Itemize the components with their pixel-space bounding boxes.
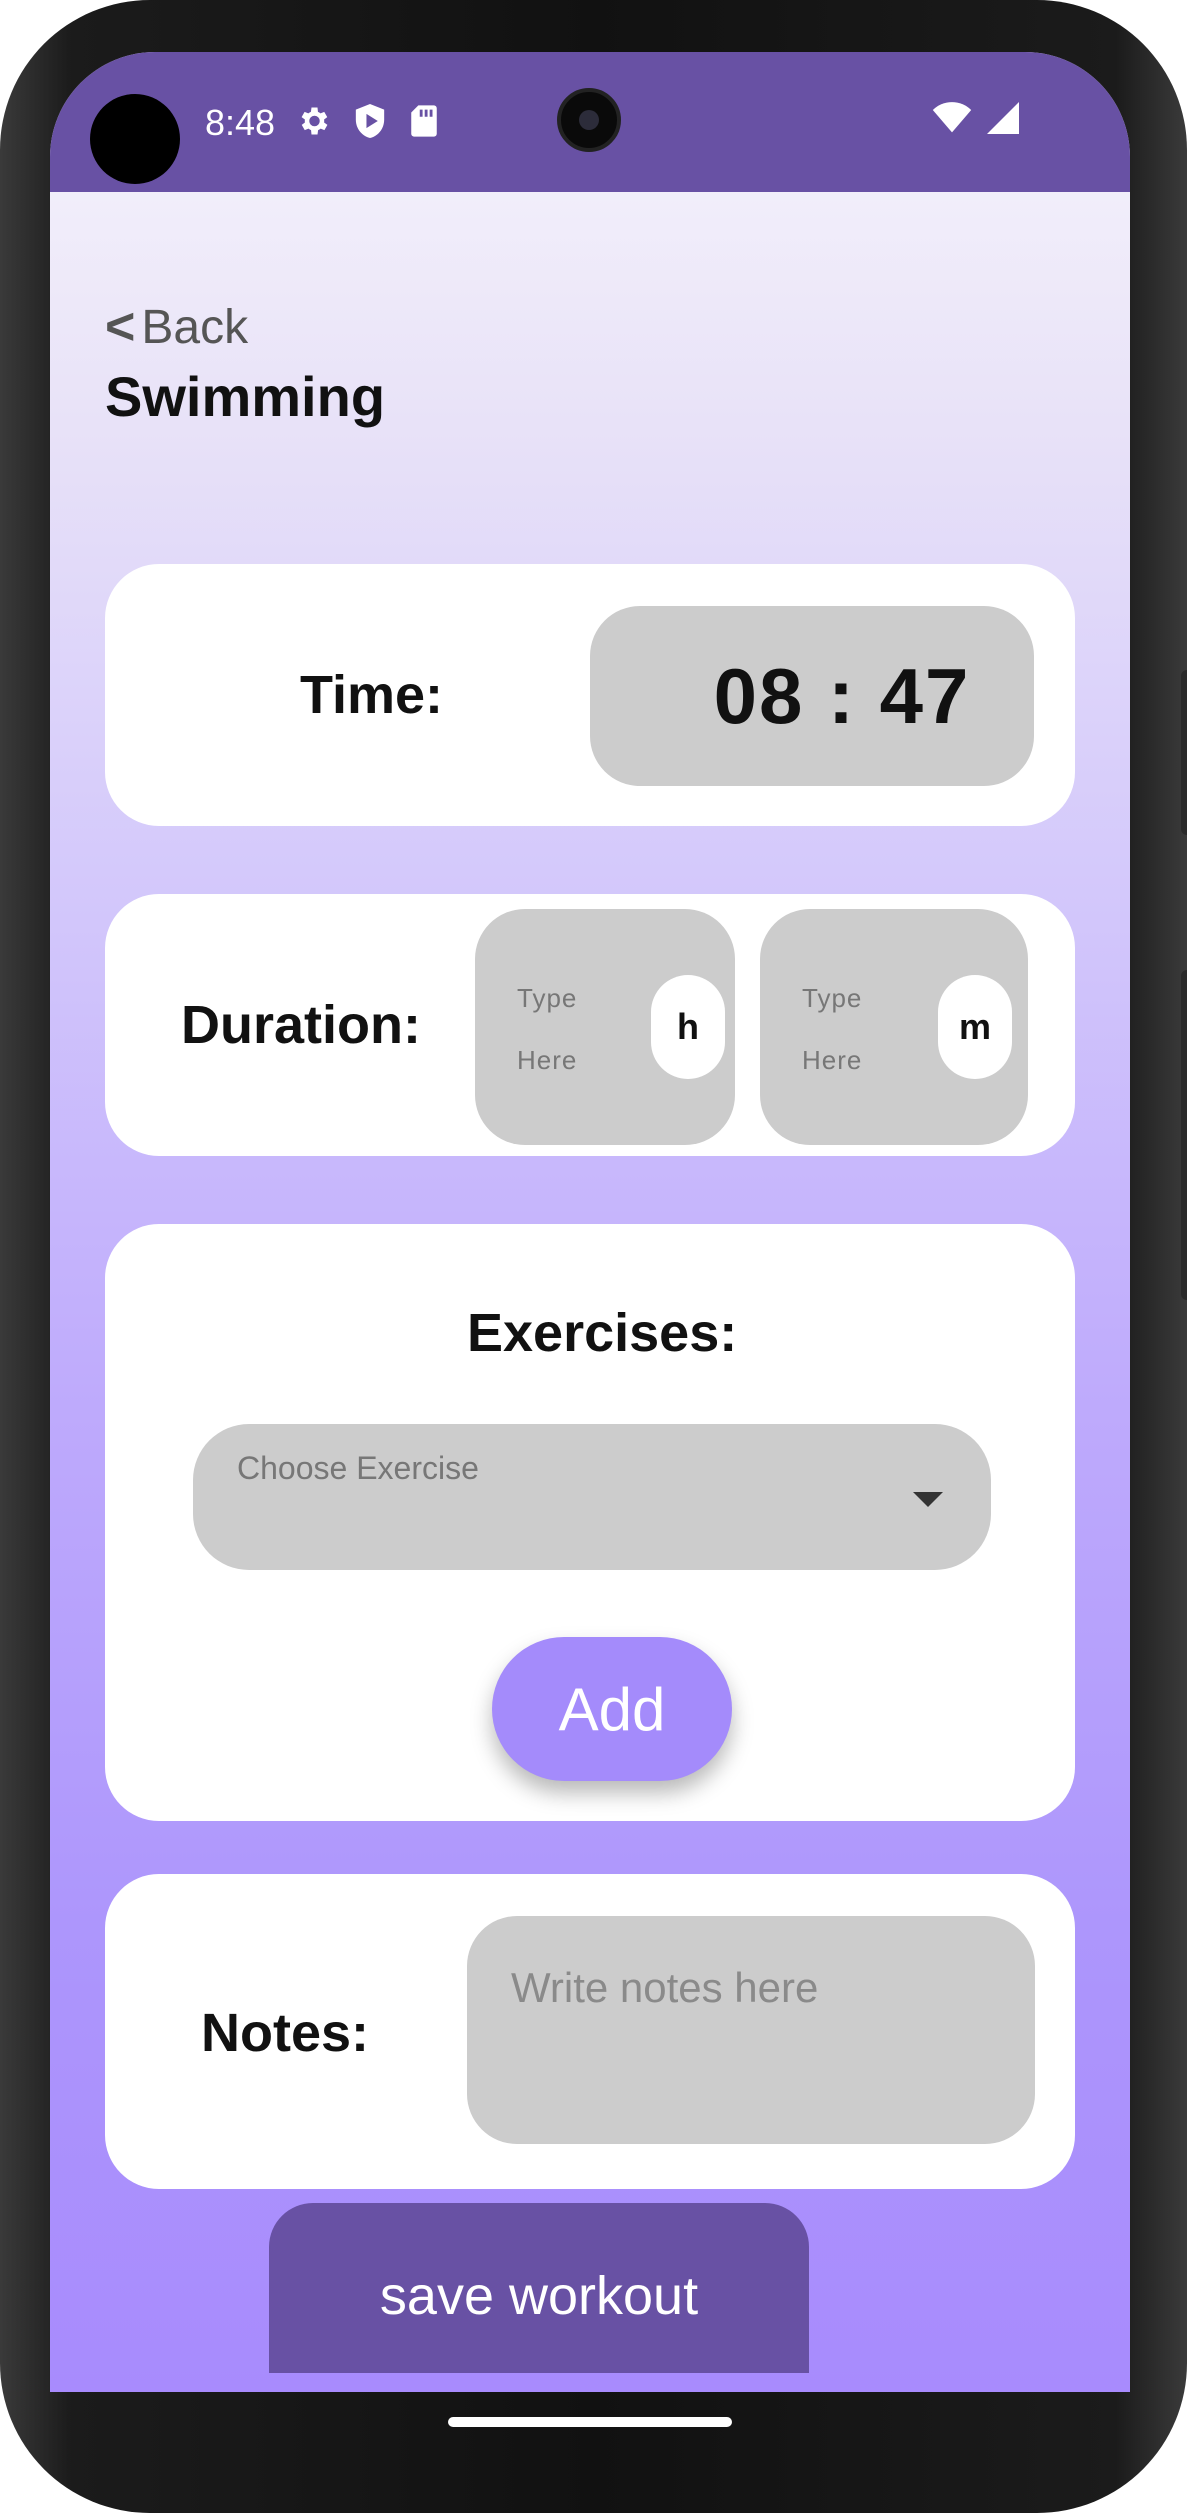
camera-cutout bbox=[90, 94, 180, 184]
save-workout-button[interactable]: save workout bbox=[269, 2203, 809, 2373]
phone-frame: 8:48 < Back Swimming Time: 08: 47 Durat… bbox=[0, 0, 1187, 2513]
hours-placeholder: Type Here bbox=[517, 983, 578, 1075]
time-picker[interactable]: 08 : 47 bbox=[590, 606, 1034, 786]
app-screen: 8:48 < Back Swimming Time: 08: 47 Durat… bbox=[50, 52, 1130, 2392]
exercise-select-placeholder: Choose Exercise bbox=[237, 1450, 479, 1486]
time-label: Time: bbox=[300, 665, 444, 725]
home-indicator[interactable] bbox=[448, 2417, 732, 2427]
volume-button bbox=[1181, 970, 1187, 1300]
gear-icon bbox=[295, 103, 331, 139]
notes-input[interactable]: Write notes here bbox=[467, 1916, 1035, 2144]
sd-card-icon bbox=[409, 104, 439, 138]
minutes-unit-badge: m bbox=[938, 975, 1012, 1079]
notes-label: Notes: bbox=[201, 2003, 370, 2063]
cell-signal-icon bbox=[986, 102, 1020, 139]
power-button bbox=[1181, 670, 1187, 835]
dropdown-arrow-icon bbox=[913, 1492, 943, 1507]
duration-label: Duration: bbox=[181, 995, 421, 1055]
duration-card: Duration: Type Here h Type Here m bbox=[105, 894, 1075, 1156]
notes-card: Notes: Write notes here bbox=[105, 1874, 1075, 2189]
back-button[interactable]: < Back bbox=[105, 297, 248, 357]
notes-placeholder: Write notes here bbox=[511, 1964, 819, 2011]
save-workout-label: save workout bbox=[379, 2266, 699, 2326]
page-title: Swimming bbox=[105, 365, 386, 428]
minutes-placeholder: Type Here bbox=[802, 983, 863, 1075]
back-label: Back bbox=[141, 300, 249, 354]
wifi-icon bbox=[932, 102, 972, 139]
hours-unit-badge: h bbox=[651, 975, 725, 1079]
exercises-card: Exercises: Choose Exercise Add bbox=[105, 1224, 1075, 1821]
chevron-left-icon: < bbox=[105, 298, 136, 356]
exercise-select[interactable]: Choose Exercise bbox=[193, 1424, 991, 1570]
status-bar: 8:48 bbox=[50, 52, 1130, 192]
exercises-label: Exercises: bbox=[467, 1303, 738, 1363]
time-card: Time: 08 : 47 bbox=[105, 564, 1075, 826]
status-time: 8:48 bbox=[205, 102, 276, 143]
shield-play-icon bbox=[353, 102, 387, 140]
minutes-field[interactable]: Type Here m bbox=[760, 909, 1028, 1145]
add-exercise-button[interactable]: Add bbox=[492, 1637, 732, 1781]
hours-field[interactable]: Type Here h bbox=[475, 909, 735, 1145]
front-camera bbox=[557, 88, 621, 152]
